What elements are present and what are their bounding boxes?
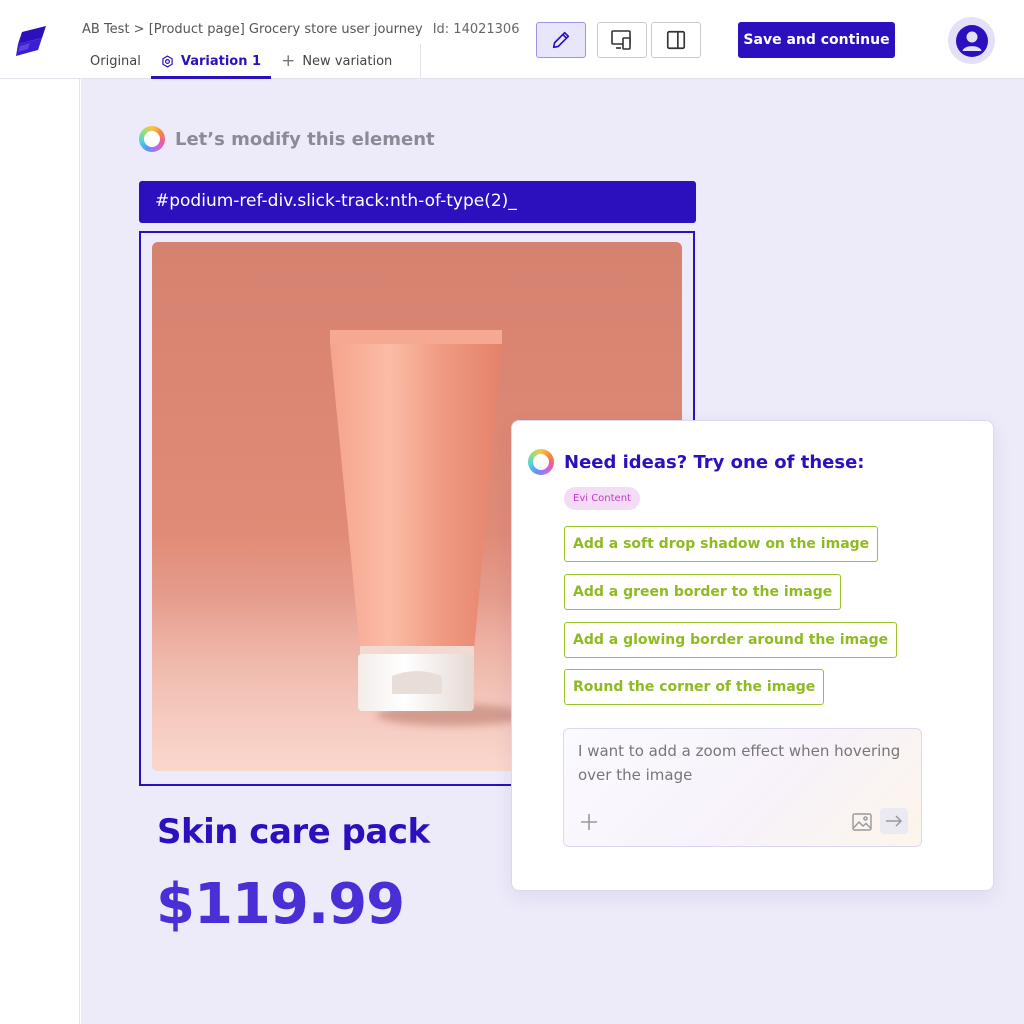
user-avatar[interactable] [948, 17, 995, 64]
save-and-continue-button[interactable]: Save and continue [738, 22, 895, 58]
suggestion-chip[interactable]: Add a glowing border around the image [564, 622, 898, 658]
image-icon [852, 813, 872, 831]
ai-assistant-icon [139, 126, 165, 152]
plus-icon [581, 814, 597, 830]
tab-label: Variation 1 [180, 53, 262, 69]
tab-original[interactable]: Original [80, 44, 151, 78]
app-logo-icon[interactable] [16, 26, 52, 56]
responsive-preview-button[interactable] [597, 22, 647, 58]
breadcrumb: AB Test > [Product page] Grocery store u… [82, 22, 519, 37]
content-badge: Evi Content [564, 487, 640, 510]
sidebar-panel-icon [666, 30, 686, 50]
modify-prompt: Let’s modify this element [139, 126, 435, 152]
product-price: $119.99 [156, 872, 405, 937]
tab-variation-1[interactable]: Variation 1 [150, 44, 272, 79]
modify-prompt-label: Let’s modify this element [175, 128, 435, 150]
ideas-heading-label: Need ideas? Try one of these: [564, 451, 865, 473]
suggestion-chip[interactable]: Round the corner of the image [564, 669, 825, 705]
send-button[interactable] [880, 808, 908, 834]
plus-icon: + [281, 50, 296, 71]
ideas-heading: Need ideas? Try one of these: [528, 449, 865, 475]
user-icon [955, 24, 988, 57]
side-panel-button[interactable] [651, 22, 701, 58]
element-selector[interactable]: #podium-ref-div.slick-track:nth-of-type(… [139, 181, 696, 223]
insert-image-button[interactable] [851, 811, 873, 833]
product-title: Skin care pack [157, 812, 430, 852]
ideas-panel: Need ideas? Try one of these: Evi Conten… [511, 420, 994, 891]
suggestion-chip[interactable]: Add a green border to the image [564, 574, 842, 610]
tab-label: Original [90, 53, 141, 69]
edit-mode-button[interactable] [536, 22, 586, 58]
left-rail [0, 79, 80, 1024]
settings-icon [162, 54, 173, 68]
arrow-right-icon [886, 815, 903, 827]
suggestion-chip[interactable]: Add a soft drop shadow on the image [564, 526, 879, 562]
test-id: Id: 14021306 [432, 22, 520, 37]
tab-new-variation[interactable]: + New variation [271, 44, 402, 78]
pencil-icon [552, 31, 570, 49]
breadcrumb-path[interactable]: AB Test > [Product page] Grocery store u… [82, 22, 423, 37]
top-bar: AB Test > [Product page] Grocery store u… [0, 0, 1024, 79]
add-attachment-button[interactable] [578, 811, 600, 833]
variation-tabs: Original Variation 1 + New variation [80, 44, 422, 79]
tab-label: New variation [302, 53, 393, 69]
prompt-input[interactable]: I want to add a zoom effect when hoverin… [578, 739, 908, 793]
prompt-composer: I want to add a zoom effect when hoverin… [563, 728, 922, 847]
ai-assistant-icon [528, 449, 554, 475]
responsive-icon [611, 30, 631, 50]
